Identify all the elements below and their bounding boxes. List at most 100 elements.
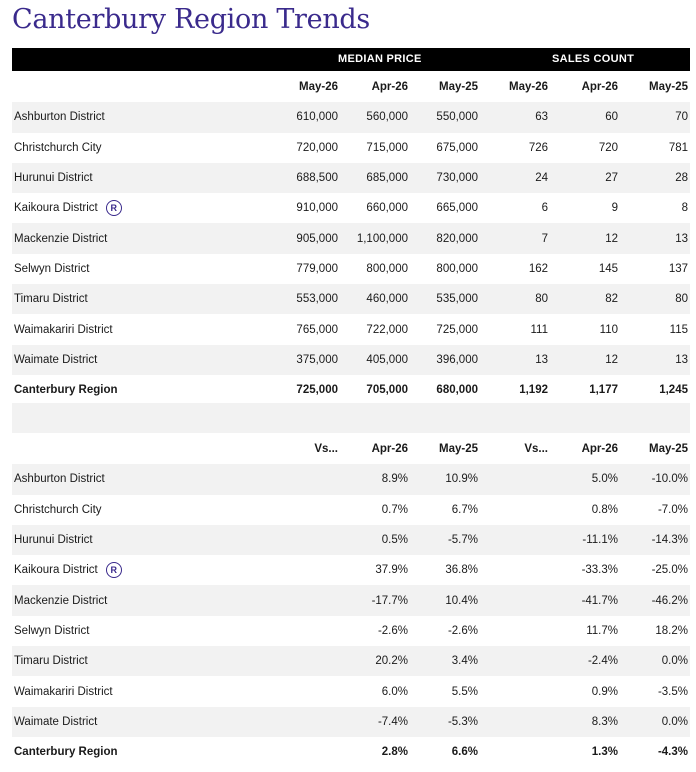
table-row: Timaru District 553,000 460,000 535,000 80 82… (12, 284, 690, 315)
region-name: Waimate District (14, 715, 98, 728)
table-cell (270, 706, 340, 737)
table-cell: -5.3% (410, 706, 480, 737)
table-row: Kaikoura District R 37.9% 36.8% -33.3% -25.0% (12, 555, 690, 585)
table-cell (270, 495, 340, 525)
table-row: Waimate District 375,000 405,000 396,000 13 1… (12, 344, 690, 375)
table-row: Waimakariri District 6.0% 5.5% 0.9% -3.5% (12, 676, 690, 706)
table-cell: 7 (480, 223, 550, 254)
table-cell: 675,000 (436, 141, 478, 154)
table-cell (480, 524, 550, 556)
table-cell: 722,000 (366, 323, 408, 336)
region-name: Christchurch City (14, 141, 102, 154)
table-cell: 560,000 (340, 102, 410, 133)
table-cell: 80 (480, 284, 550, 315)
table-row: Ashburton District 8.9% 10.9% 5.0% -10.0% (12, 464, 690, 495)
table-cell: 63 (480, 102, 550, 133)
table-cell (480, 737, 550, 767)
region-name: Waimakariri District (14, 685, 113, 698)
table-cell: 665,000 (436, 202, 478, 215)
table-cell: 6.6% (451, 746, 478, 759)
table-cell: 137 (668, 262, 688, 275)
table-cell: 0.7% (381, 503, 408, 516)
region-name: Mackenzie District (14, 594, 108, 607)
table-cell: 110 (599, 323, 618, 336)
table-cell: -46.2% (620, 585, 690, 616)
table-cell (270, 464, 340, 495)
column-header: Vs... (524, 443, 548, 456)
table-cell: 610,000 (270, 102, 340, 133)
page-title: Canterbury Region Trends (12, 4, 370, 35)
bottom-table: Vs... Apr-26 May-25 Vs... Apr-26 May-25 … (12, 434, 690, 767)
median-price-header: MEDIAN PRICE (338, 53, 422, 65)
column-header: Apr-26 (371, 81, 408, 94)
region-name: Ashburton District (14, 111, 105, 124)
table-cell: 2.8% (381, 746, 408, 759)
table-cell (480, 616, 550, 646)
table-cell: -17.7% (340, 585, 410, 616)
table-cell: 11.7% (586, 624, 618, 637)
table-cell: 405,000 (340, 344, 410, 375)
table-cell: 1,100,000 (340, 223, 410, 254)
table-cell: 688,500 (270, 162, 340, 194)
table-cell: 8.3% (550, 706, 620, 737)
table-cell: 18.2% (655, 624, 688, 637)
registered-mark-icon: R (105, 200, 122, 217)
table-cell: 6 (541, 202, 548, 215)
table-cell: 12 (550, 223, 620, 254)
region-name: Mackenzie District (14, 232, 108, 245)
table-cell: 82 (550, 284, 620, 315)
table-cell: 800,000 (436, 262, 478, 275)
table-cell: -3.5% (657, 685, 688, 698)
table-cell: 535,000 (410, 284, 480, 315)
table-cell: 0.0% (620, 706, 690, 737)
region-name: Hurunui District (14, 172, 93, 185)
table-cell: 800,000 (366, 262, 408, 275)
table-row: Hurunui District 688,500 685,000 730,000 24 2… (12, 162, 690, 194)
region-name: Selwyn District (14, 262, 90, 275)
table-row: Selwyn District -2.6% -2.6% 11.7% 18.2% (12, 616, 690, 646)
table-cell: 685,000 (340, 162, 410, 194)
column-header: Apr-26 (581, 443, 618, 456)
table-cell: 60 (550, 102, 620, 133)
table-cell: 0.9% (591, 685, 618, 698)
table-cell: 375,000 (270, 344, 340, 375)
table-cell: 37.9% (375, 564, 408, 577)
table-cell: -4.3% (657, 746, 688, 759)
table-cell: 9 (611, 202, 618, 215)
table-cell: 36.8% (445, 564, 478, 577)
table-cell: 820,000 (410, 223, 480, 254)
table-cell: -25.0% (651, 564, 688, 577)
registered-mark-icon: R (105, 562, 122, 579)
table-cell: 1.3% (591, 746, 618, 759)
table-cell: 10.9% (410, 464, 480, 495)
table-cell: -2.4% (550, 646, 620, 677)
region-name: Christchurch City (14, 503, 102, 516)
table-cell: 5.5% (451, 685, 478, 698)
table-cell (480, 555, 550, 585)
region-name: Kaikoura District (14, 564, 98, 577)
table-cell: 20.2% (340, 646, 410, 677)
table-cell: -41.7% (550, 585, 620, 616)
table-cell: 781 (668, 141, 688, 154)
region-name: Ashburton District (14, 473, 105, 486)
table-row: Waimate District -7.4% -5.3% 8.3% 0.0% (12, 706, 690, 737)
table-cell: 145 (598, 262, 618, 275)
table-cell: 0.5% (340, 524, 410, 556)
table-row: Christchurch City 0.7% 6.7% 0.8% -7.0% (12, 495, 690, 525)
table-row: Ashburton District 610,000 560,000 550,000 6… (12, 102, 690, 133)
table-cell: 715,000 (366, 141, 408, 154)
top-table-body: Ashburton District 610,000 560,000 550,000 6… (12, 102, 690, 405)
table-row: Kaikoura District R 910,000 660,000 665,000 6… (12, 193, 690, 223)
bottom-column-header-row: Vs... Apr-26 May-25 Vs... Apr-26 May-25 (12, 434, 690, 464)
table-row: Canterbury Region 2.8% 6.6% 1.3% -4.3% (12, 737, 690, 767)
table-cell: 13 (480, 344, 550, 375)
table-cell: 765,000 (296, 323, 338, 336)
table-cell: 8 (681, 202, 688, 215)
table-cell: 1,245 (659, 384, 688, 397)
table-cell: 396,000 (410, 344, 480, 375)
table-cell: 720,000 (296, 141, 338, 154)
table-cell: 460,000 (340, 284, 410, 315)
table-cell: 905,000 (270, 223, 340, 254)
table-cell: 680,000 (436, 384, 478, 397)
column-header: May-26 (509, 81, 548, 94)
